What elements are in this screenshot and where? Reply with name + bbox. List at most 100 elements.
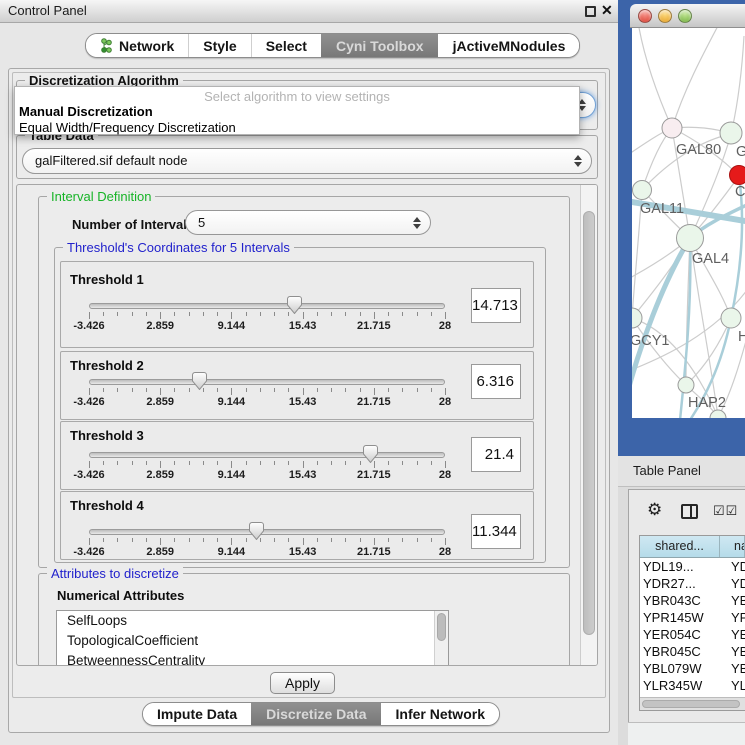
- slider-minor-tick: [203, 538, 204, 542]
- threshold-value-field[interactable]: 11.344: [471, 514, 521, 549]
- control-panel: Control Panel ✕ NetworkStyleSelectCyni T…: [0, 0, 618, 745]
- table-cell-shared-name: YDL19...: [640, 558, 720, 575]
- tab-network[interactable]: Network: [86, 34, 188, 57]
- table-cell-shared-name: YBR045C: [640, 643, 720, 660]
- network-node-h[interactable]: [721, 308, 741, 328]
- network-node-hap2[interactable]: [678, 377, 694, 393]
- threshold-value-field[interactable]: 21.4: [471, 437, 521, 472]
- attribute-item-betweennesscentrality[interactable]: BetweennessCentrality: [57, 651, 448, 666]
- tab-discretize-data[interactable]: Discretize Data: [251, 703, 380, 725]
- popup-prompt: Select algorithm to view settings: [15, 89, 579, 104]
- table-rows: YDL19...YDL1YDR27...YDR2YBR043CYBR0YPR14…: [640, 558, 745, 711]
- threshold-slider-track[interactable]: [89, 529, 445, 535]
- table-row[interactable]: YBL079WYBL0: [640, 660, 745, 677]
- number-of-intervals-combo[interactable]: 5: [185, 210, 431, 235]
- table-cell-name: YDR2: [720, 575, 745, 592]
- scrollbar-thumb[interactable]: [583, 211, 595, 635]
- table-row[interactable]: YDL19...YDL1: [640, 558, 745, 575]
- threshold-value-field[interactable]: 14.713: [471, 288, 521, 323]
- slider-major-tick: [231, 388, 232, 395]
- network-node[interactable]: [710, 410, 726, 418]
- slider-tick-label: 15.43: [271, 546, 335, 558]
- threshold-slider-track[interactable]: [89, 303, 445, 309]
- threshold-slider-thumb[interactable]: [363, 445, 378, 463]
- slider-major-tick: [303, 312, 304, 319]
- slider-major-tick: [89, 538, 90, 545]
- slider-minor-tick: [417, 312, 418, 316]
- slider-minor-tick: [388, 461, 389, 465]
- threshold-value-field[interactable]: 6.316: [471, 364, 521, 399]
- combo-spinner[interactable]: [413, 217, 421, 229]
- table-row[interactable]: YBR045CYBR0: [640, 643, 745, 660]
- threshold-label: Threshold 2: [70, 358, 144, 373]
- table-horizontal-scrollbar[interactable]: [640, 697, 745, 710]
- float-window-icon[interactable]: [585, 6, 596, 17]
- network-canvas[interactable]: GAL80GCGAL11GAL4GCY1HHAP2: [632, 28, 745, 418]
- slider-minor-tick: [417, 388, 418, 392]
- table-row[interactable]: YDR27...YDR2: [640, 575, 745, 592]
- table-panel-footer: [628, 722, 745, 745]
- network-node-gcy1[interactable]: [632, 308, 642, 328]
- slider-minor-tick: [388, 388, 389, 392]
- slider-major-tick: [303, 538, 304, 545]
- scrollbar-thumb[interactable]: [437, 613, 446, 641]
- slider-major-tick: [160, 461, 161, 468]
- scrollbar-thumb[interactable]: [642, 700, 740, 708]
- network-node-gal4[interactable]: [677, 225, 704, 252]
- slider-minor-tick: [388, 312, 389, 316]
- tab-impute-data[interactable]: Impute Data: [143, 703, 251, 725]
- slider-minor-tick: [103, 461, 104, 465]
- popup-option-equal-width-frequency[interactable]: Equal Width/Frequency Discretization: [15, 120, 579, 136]
- combo-spinner[interactable]: [574, 155, 582, 167]
- apply-button[interactable]: Apply: [270, 672, 335, 694]
- table-row[interactable]: YLR345WYLR3: [640, 677, 745, 694]
- table-cell-shared-name: YER054C: [640, 626, 720, 643]
- zoom-traffic-light[interactable]: [678, 9, 692, 23]
- threshold-slider-thumb[interactable]: [249, 522, 264, 540]
- minimize-traffic-light[interactable]: [658, 9, 672, 23]
- attribute-item-selfloops[interactable]: SelfLoops: [57, 611, 448, 631]
- tab-style[interactable]: Style: [188, 34, 250, 57]
- network-node-label: C: [735, 184, 745, 200]
- table-data-combo[interactable]: galFiltered.sif default node: [22, 148, 592, 174]
- attribute-item-topologicalcoefficient[interactable]: TopologicalCoefficient: [57, 631, 448, 651]
- network-node-gal80[interactable]: [662, 118, 682, 138]
- attribute-items: SelfLoopsTopologicalCoefficientBetweenne…: [57, 611, 448, 666]
- threshold-slider-thumb[interactable]: [192, 372, 207, 390]
- tab-label: Impute Data: [157, 706, 237, 722]
- threshold-slider-track[interactable]: [89, 452, 445, 458]
- table-row[interactable]: YPR145WYPR1: [640, 609, 745, 626]
- column-header-shared-name[interactable]: shared...: [640, 536, 720, 557]
- popup-option-manual-discretization[interactable]: Manual Discretization: [15, 104, 579, 120]
- tab-infer-network[interactable]: Infer Network: [381, 703, 499, 725]
- column-header-name[interactable]: na: [720, 536, 745, 557]
- threshold-slider-track[interactable]: [89, 379, 445, 385]
- split-view-icon[interactable]: [681, 504, 698, 519]
- slider-minor-tick: [174, 312, 175, 316]
- attributes-scrollbar[interactable]: [434, 611, 448, 666]
- table-row[interactable]: YBR043CYBR0: [640, 592, 745, 609]
- network-node-g[interactable]: [720, 122, 742, 144]
- slider-major-tick: [445, 461, 446, 468]
- threshold-panel-3: Threshold 3-3.4262.8599.14415.4321.71528…: [60, 421, 534, 490]
- close-icon[interactable]: ✕: [601, 2, 613, 19]
- tab-jactivemnodules[interactable]: jActiveMNodules: [438, 34, 580, 57]
- slider-tick-label: 9.144: [199, 396, 263, 408]
- network-node-gal11[interactable]: [633, 181, 652, 200]
- slider-minor-tick: [132, 461, 133, 465]
- network-node-label: HAP2: [688, 395, 726, 411]
- network-node-c[interactable]: [730, 166, 745, 185]
- close-traffic-light[interactable]: [638, 9, 652, 23]
- threshold-label: Threshold 3: [70, 428, 144, 443]
- slider-minor-tick: [117, 538, 118, 542]
- tab-cyni-toolbox[interactable]: Cyni Toolbox: [321, 34, 438, 57]
- select-columns-icons[interactable]: ☑☑: [713, 503, 738, 519]
- tab-select[interactable]: Select: [251, 34, 321, 57]
- slider-major-tick: [231, 312, 232, 319]
- slider-major-tick: [445, 388, 446, 395]
- gear-icon[interactable]: ⚙: [647, 500, 662, 520]
- threshold-slider-thumb[interactable]: [287, 296, 302, 314]
- slider-tick-label: 9.144: [199, 320, 263, 332]
- table-row[interactable]: YER054CYER0: [640, 626, 745, 643]
- settings-scrollbar[interactable]: [580, 185, 597, 665]
